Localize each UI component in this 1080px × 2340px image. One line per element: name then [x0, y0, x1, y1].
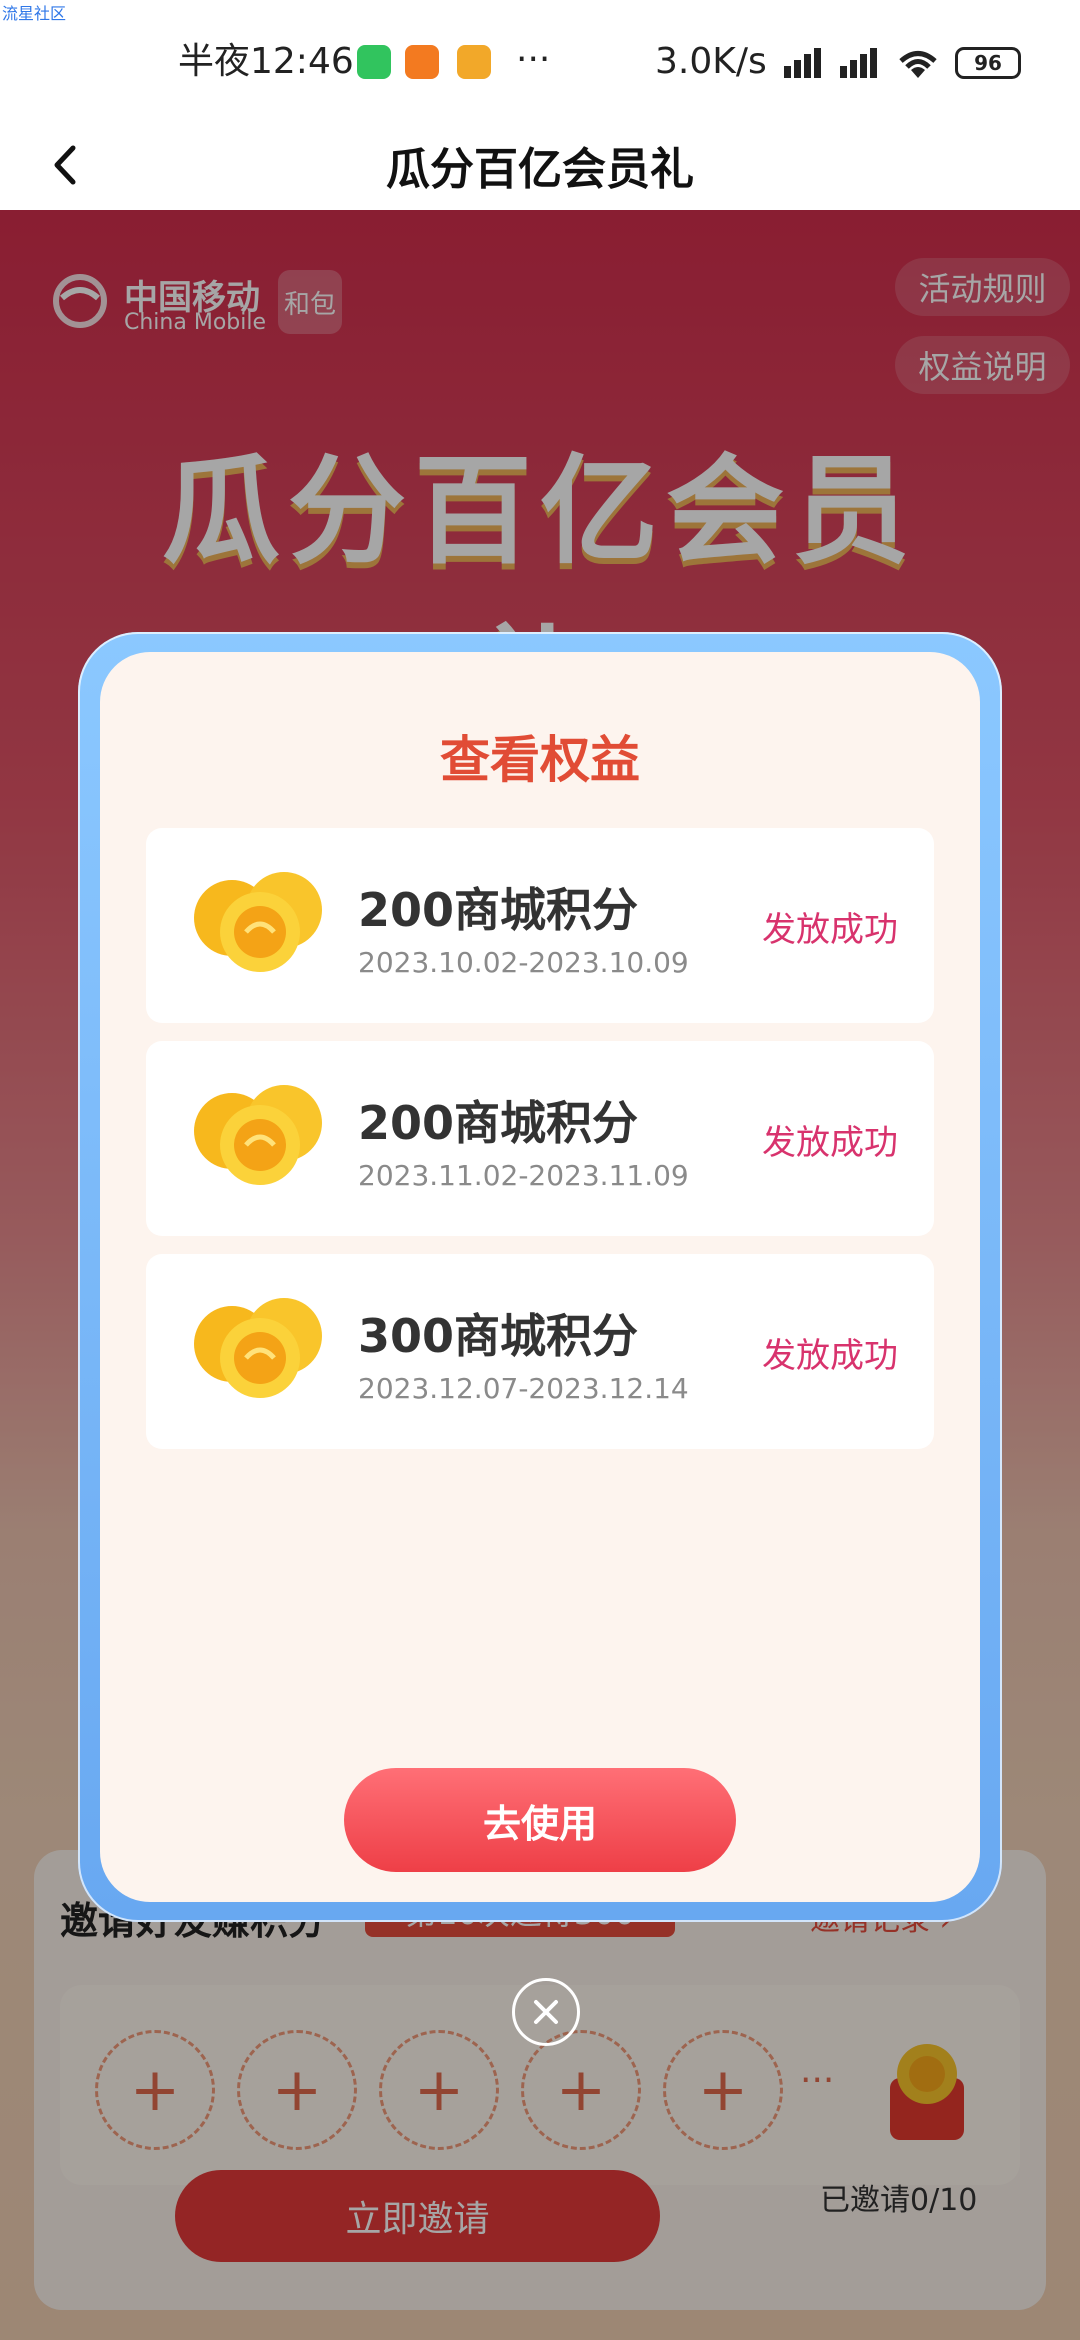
benefit-status: 发放成功: [762, 1336, 898, 1376]
benefit-date: 2023.11.02-2023.11.09: [358, 1159, 689, 1192]
benefit-date: 2023.12.07-2023.12.14: [358, 1372, 689, 1405]
benefit-name: 300商城积分: [358, 1309, 639, 1363]
benefit-status: 发放成功: [762, 910, 898, 950]
status-bar: 流星社区 半夜12:46 ··· 3.0K/s 96: [0, 0, 1080, 120]
benefit-name: 200商城积分: [358, 1096, 639, 1150]
benefit-item: 200商城积分 2023.10.02-2023.10.09 发放成功: [146, 828, 934, 1023]
signal-icon: [776, 42, 832, 80]
close-icon[interactable]: [512, 1978, 580, 2046]
benefit-name: 200商城积分: [358, 883, 639, 937]
more-notifications-icon: ···: [516, 39, 551, 80]
coins-icon: [190, 1081, 330, 1191]
benefit-item: 300商城积分 2023.12.07-2023.12.14 发放成功: [146, 1254, 934, 1449]
benefit-status: 发放成功: [762, 1123, 898, 1163]
corner-label: 流星社区: [2, 4, 67, 23]
app-header: 瓜分百亿会员礼: [0, 120, 1080, 210]
battery-icon: 96: [955, 47, 1021, 79]
modal-title: 查看权益: [440, 731, 640, 789]
benefit-item: 200商城积分 2023.11.02-2023.11.09 发放成功: [146, 1041, 934, 1236]
notes-icon: [457, 45, 491, 79]
page-title: 瓜分百亿会员礼: [386, 144, 694, 195]
coins-icon: [190, 868, 330, 978]
taobao-icon: [405, 45, 439, 79]
wechat-icon: [357, 45, 391, 79]
coins-icon: [190, 1294, 330, 1404]
benefit-date: 2023.10.02-2023.10.09: [358, 946, 689, 979]
signal-icon-2: [832, 42, 888, 80]
network-speed: 3.0K/s: [655, 41, 767, 82]
wifi-icon: [893, 44, 943, 80]
use-button[interactable]: 去使用: [344, 1768, 736, 1872]
status-time: 半夜12:46: [178, 41, 354, 82]
